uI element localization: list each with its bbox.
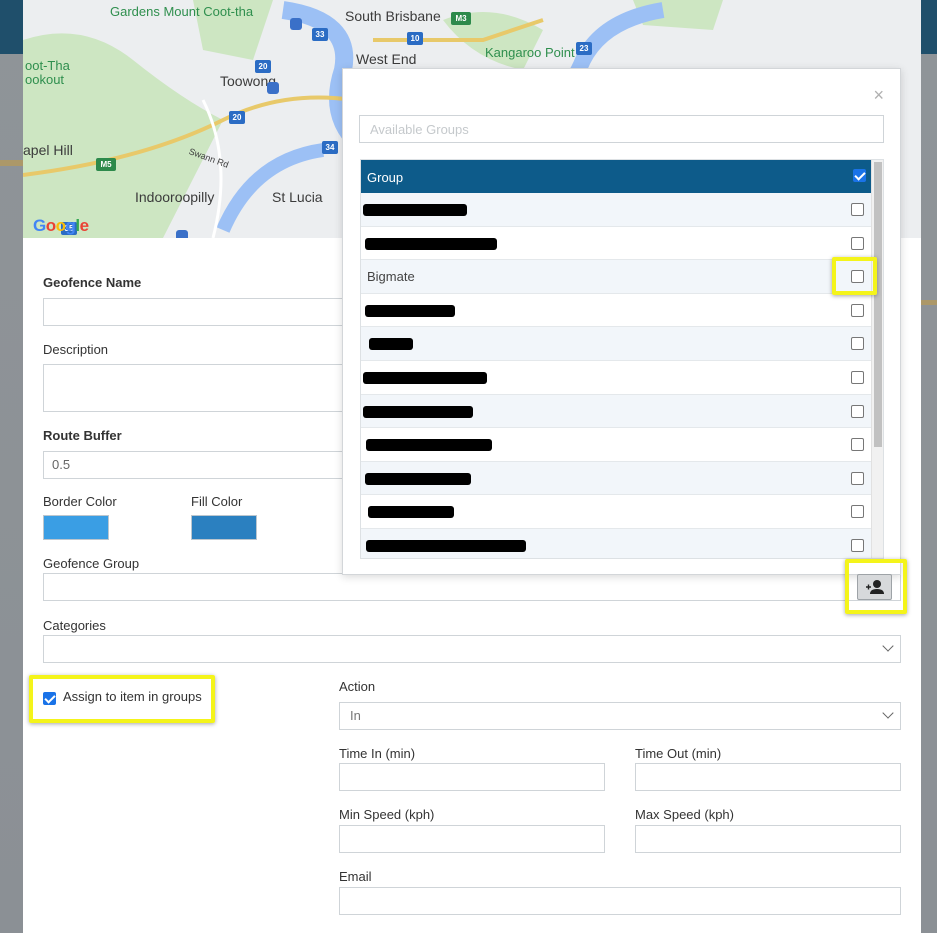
redacted-group-name	[365, 237, 497, 250]
geofence-name-label: Geofence Name	[43, 275, 142, 290]
backdrop-road	[921, 300, 937, 305]
group-row[interactable]	[361, 428, 872, 462]
map-label-lookout: ookout	[25, 72, 65, 87]
action-label: Action	[339, 679, 376, 694]
route-shield: 20	[255, 60, 271, 73]
group-row[interactable]	[361, 394, 872, 429]
group-row[interactable]	[361, 193, 872, 227]
route-shield: M3	[451, 12, 471, 25]
min-speed-input[interactable]	[339, 825, 605, 853]
time-out-input[interactable]	[635, 763, 901, 791]
route-shield: 10	[407, 32, 423, 45]
geofence-group-label: Geofence Group	[43, 556, 140, 571]
map-label-st-lucia: St Lucia	[272, 189, 323, 205]
assign-groups-checkbox[interactable]	[43, 692, 56, 705]
redacted-group-name	[366, 439, 492, 452]
group-checkbox[interactable]	[851, 471, 864, 485]
google-logo: Google	[33, 216, 89, 235]
redacted-group-name	[363, 204, 467, 216]
description-textarea[interactable]	[43, 364, 363, 412]
route-buffer-label: Route Buffer	[43, 428, 122, 443]
available-groups-popup: × Group Bigmate	[342, 68, 901, 575]
geofence-group-input[interactable]	[43, 573, 901, 601]
transit-icon	[267, 82, 279, 94]
group-row[interactable]: Bigmate	[361, 260, 872, 294]
route-shield: 34	[322, 141, 338, 154]
select-all-checkbox[interactable]	[853, 169, 866, 182]
group-checkbox[interactable]	[851, 371, 864, 384]
fill-color-picker[interactable]	[191, 515, 257, 540]
map-label-south-brisbane: South Brisbane	[345, 8, 441, 24]
border-color-label: Border Color	[43, 494, 117, 509]
time-in-input[interactable]	[339, 763, 605, 791]
map-label-indooroopilly: Indooroopilly	[135, 189, 215, 205]
group-row[interactable]	[361, 293, 872, 328]
group-row[interactable]	[361, 529, 872, 558]
group-checkbox[interactable]	[851, 236, 864, 250]
group-checkbox[interactable]	[851, 404, 864, 418]
redacted-group-name	[369, 338, 413, 351]
action-selected-value: In	[350, 708, 361, 723]
max-speed-input[interactable]	[635, 825, 901, 853]
categories-select[interactable]	[43, 635, 901, 663]
time-in-label: Time In (min)	[339, 746, 416, 761]
transit-icon	[290, 18, 302, 30]
description-label: Description	[43, 342, 109, 357]
redacted-group-name	[366, 540, 526, 552]
map-label-kangaroo-point: Kangaroo Point	[485, 45, 575, 60]
bigmate-highlight	[832, 257, 877, 295]
group-row[interactable]	[361, 226, 872, 261]
group-checkbox[interactable]	[851, 438, 864, 452]
email-input[interactable]	[339, 887, 901, 915]
add-group-button[interactable]	[857, 574, 892, 600]
groups-scrollbar[interactable]	[871, 160, 883, 558]
route-buffer-input[interactable]: 0.5	[43, 451, 363, 479]
available-groups-search-input[interactable]	[359, 115, 884, 143]
group-row[interactable]	[361, 361, 872, 395]
map-label-chapel-hill: apel Hill	[23, 142, 73, 158]
groups-table: Group Bigmate	[360, 159, 884, 559]
action-select[interactable]: In	[339, 702, 901, 730]
group-checkbox[interactable]	[851, 203, 864, 216]
border-color-picker[interactable]	[43, 515, 109, 540]
map-label-coot-tha: oot-Tha	[25, 58, 70, 73]
groups-table-header: Group	[361, 160, 872, 193]
redacted-group-name	[363, 372, 487, 384]
group-checkbox[interactable]	[851, 337, 864, 351]
redacted-group-name	[363, 405, 473, 418]
group-checkbox[interactable]	[851, 505, 864, 519]
scrollbar-thumb[interactable]	[874, 162, 882, 447]
group-row[interactable]	[361, 495, 872, 529]
redacted-group-name	[365, 304, 455, 317]
group-row[interactable]	[361, 327, 872, 361]
min-speed-label: Min Speed (kph)	[339, 807, 435, 822]
map-label-west-end: West End	[356, 51, 417, 67]
geofence-name-input[interactable]	[43, 298, 363, 326]
redacted-group-name	[365, 472, 471, 485]
backdrop-road	[0, 160, 23, 166]
route-shield: M5	[96, 158, 116, 171]
group-name: Bigmate	[367, 269, 415, 285]
close-icon[interactable]: ×	[873, 85, 884, 106]
chevron-down-icon	[882, 640, 894, 652]
transit-icon	[176, 230, 188, 238]
group-checkbox[interactable]	[851, 539, 864, 552]
email-label: Email	[339, 869, 372, 884]
group-row[interactable]	[361, 461, 872, 496]
add-user-icon	[866, 580, 884, 594]
assign-groups-label[interactable]: Assign to item in groups	[63, 689, 202, 704]
route-shield: 23	[576, 42, 592, 55]
chevron-down-icon	[882, 707, 894, 719]
map-label-gardens: Gardens Mount Coot-tha	[110, 4, 254, 19]
group-checkbox[interactable]	[851, 303, 864, 317]
fill-color-label: Fill Color	[191, 494, 243, 509]
max-speed-label: Max Speed (kph)	[635, 807, 734, 822]
route-shield: 20	[229, 111, 245, 124]
categories-label: Categories	[43, 618, 106, 633]
redacted-group-name	[368, 506, 454, 519]
group-column-header: Group	[367, 170, 404, 185]
route-shield: 33	[312, 28, 328, 41]
time-out-label: Time Out (min)	[635, 746, 722, 761]
